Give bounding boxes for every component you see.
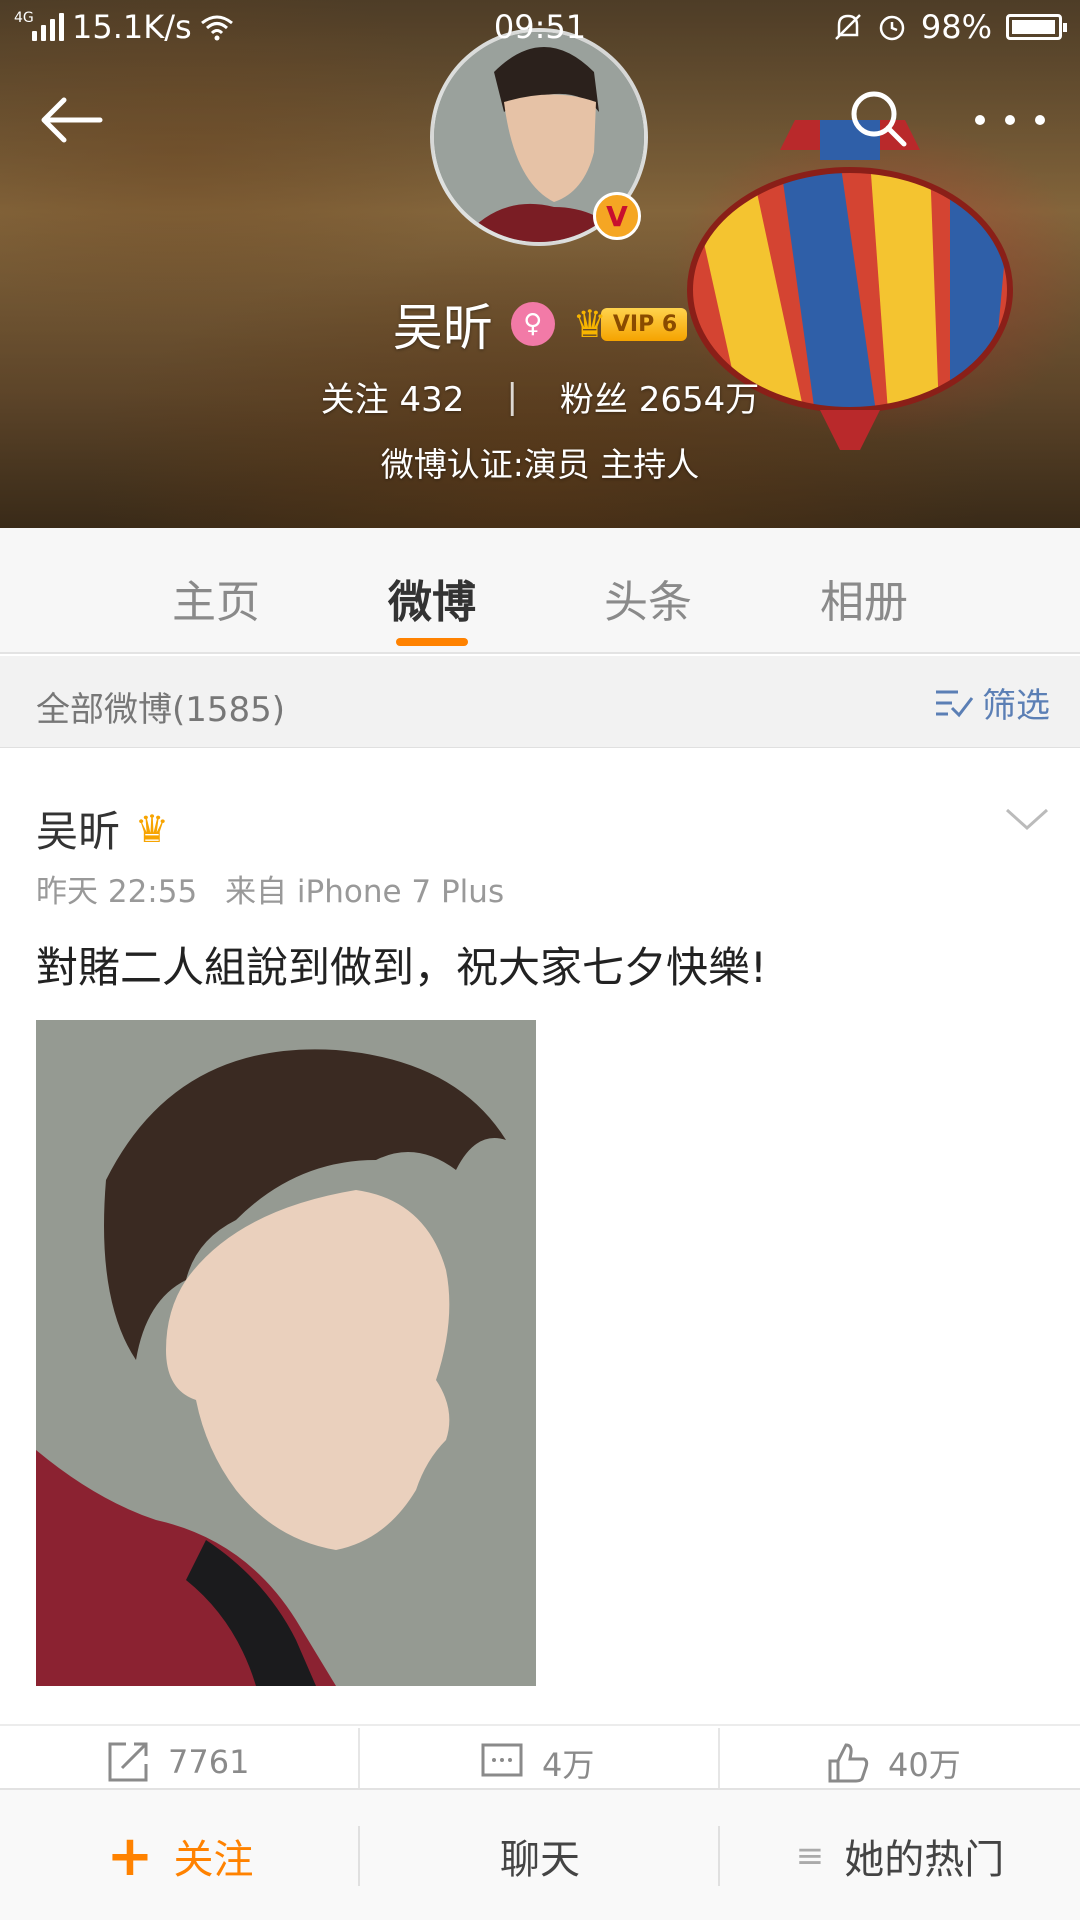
action-separator	[358, 1728, 360, 1788]
search-icon	[851, 91, 907, 147]
bottom-action-bar: + 关注 聊天 ≡ 她的热门	[0, 1788, 1080, 1920]
post-card: 吴昕 ♛ 昨天 22:55 来自 iPhone 7 Plus 對賭二人組說到做到…	[0, 748, 1080, 1728]
verification-text: 微博认证:演员 主持人	[380, 445, 700, 484]
post-author-row: 吴昕 ♛	[36, 798, 174, 859]
like-count: 40万	[888, 1746, 961, 1784]
post-photo-portrait	[36, 1020, 536, 1686]
filter-icon	[936, 690, 974, 717]
more-icon	[975, 115, 1045, 125]
like-button[interactable]: 40万	[826, 1740, 961, 1786]
follow-label: 关注	[320, 380, 389, 420]
battery-icon	[1006, 14, 1067, 40]
battery-percent: 98%	[920, 8, 992, 46]
plus-icon: +	[106, 1823, 154, 1889]
follow-stat[interactable]: 关注 432	[321, 372, 465, 421]
tab-home[interactable]: 主页	[136, 566, 296, 630]
repost-button[interactable]: 7761	[106, 1740, 249, 1784]
follow-count: 432	[399, 380, 465, 420]
profile-name-row: 吴昕 ♀ ♛ VIP 6	[0, 288, 1080, 360]
status-bar: 4G 15.1K/s 09:51 98%	[0, 0, 1080, 56]
post-meta: 昨天 22:55 来自 iPhone 7 Plus	[36, 866, 504, 911]
vip-badge: VIP 6	[600, 307, 688, 341]
post-divider	[0, 1724, 1080, 1726]
search-button[interactable]	[848, 88, 910, 150]
post-author[interactable]: 吴昕	[36, 798, 120, 859]
post-time: 昨天 22:55	[36, 874, 198, 910]
back-button[interactable]	[36, 90, 106, 150]
repost-icon	[108, 1742, 148, 1782]
crown-icon: ♛	[572, 302, 607, 346]
repost-count: 7761	[168, 1743, 250, 1781]
vip-badge-group[interactable]: ♛ VIP 6	[572, 302, 688, 346]
stats-divider: |	[506, 376, 518, 417]
post-source: 来自 iPhone 7 Plus	[225, 874, 505, 910]
status-right: 98%	[833, 8, 1067, 46]
comment-count: 4万	[542, 1746, 595, 1784]
filter-bar: 全部微博(1585) 筛选	[0, 656, 1080, 748]
fans-stat[interactable]: 粉丝 2654万	[560, 372, 759, 421]
hot-posts-label: 她的热门	[844, 1837, 1005, 1883]
alarm-icon	[879, 15, 905, 41]
chat-button-label: 聊天	[500, 1837, 580, 1883]
follow-button[interactable]: + 关注	[0, 1790, 360, 1920]
comment-button[interactable]: 4万	[480, 1740, 594, 1786]
tab-album[interactable]: 相册	[784, 566, 944, 630]
crown-icon: ♛	[134, 806, 170, 851]
comment-icon	[481, 1743, 523, 1777]
chat-button[interactable]: 聊天	[360, 1790, 720, 1920]
gender-female-icon: ♀	[510, 302, 555, 346]
more-button[interactable]	[970, 100, 1050, 140]
post-text: 對賭二人組說到做到，祝大家七夕快樂!	[36, 943, 767, 992]
fans-label: 粉丝	[559, 380, 628, 420]
follow-button-label: 关注	[173, 1837, 254, 1883]
filter-button[interactable]: 筛选	[934, 678, 1050, 727]
post-action-row: 7761 4万 40万	[0, 1728, 1080, 1788]
action-separator	[718, 1728, 720, 1788]
fans-count: 2654万	[638, 380, 760, 420]
verified-badge: V	[593, 192, 641, 240]
active-tab-indicator	[396, 638, 468, 646]
filter-label: 筛选	[982, 686, 1050, 726]
profile-stats: 关注 432 | 粉丝 2654万	[0, 372, 1080, 421]
hot-posts-button[interactable]: ≡ 她的热门	[720, 1790, 1080, 1920]
profile-name: 吴昕	[392, 299, 493, 357]
profile-tabs: 主页 微博 头条 相册	[0, 528, 1080, 654]
mute-bell-icon	[834, 14, 861, 40]
menu-lines-icon: ≡	[795, 1836, 825, 1876]
like-icon	[828, 1743, 869, 1783]
chevron-down-icon[interactable]	[1004, 804, 1050, 834]
tab-weibo[interactable]: 微博	[352, 566, 512, 630]
post-count: 全部微博(1585)	[36, 690, 286, 730]
post-image[interactable]	[36, 1020, 536, 1686]
tab-headlines[interactable]: 头条	[568, 566, 728, 630]
back-arrow-icon	[41, 97, 103, 143]
